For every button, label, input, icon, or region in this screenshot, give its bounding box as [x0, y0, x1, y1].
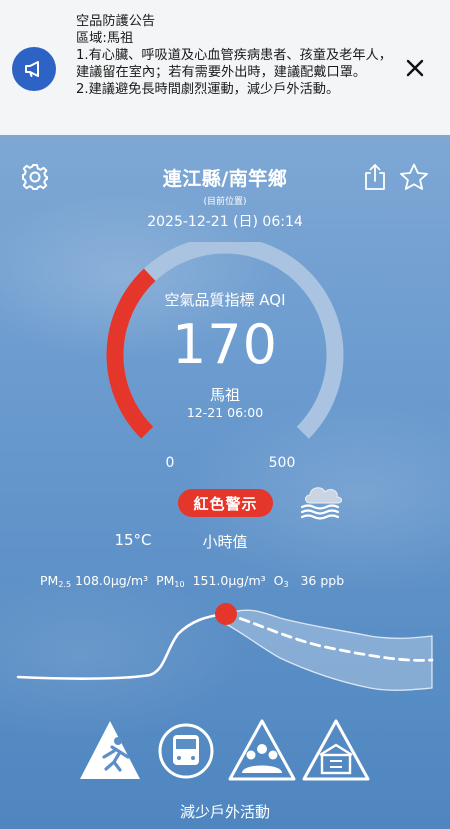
o3-value: 36	[300, 573, 317, 588]
o3-label: O	[273, 573, 284, 588]
aqi-trend-graph	[16, 603, 434, 691]
running-warning-icon	[80, 721, 140, 779]
station-name[interactable]: 馬祖	[150, 384, 300, 405]
pm25-unit: μg/m³	[110, 573, 149, 588]
pm10-sub: 10	[174, 580, 185, 589]
scale-min: 0	[165, 455, 175, 471]
location-subtitle: (目前位置)	[203, 197, 247, 207]
current-point	[215, 603, 237, 625]
forecast-band	[225, 609, 433, 691]
temperature: 15°C	[114, 531, 152, 549]
pm10-unit: μg/m³	[228, 573, 266, 588]
alert-line-2: 2.建議避免長時間劇烈運動，減少戶外活動。	[76, 82, 340, 97]
pm10-label: PM	[156, 573, 175, 588]
share-icon[interactable]	[362, 162, 388, 192]
gear-icon[interactable]	[20, 162, 50, 192]
pm10-value: 151.0	[192, 573, 229, 588]
pm25-label: PM	[40, 573, 59, 588]
datetime: 2025-12-21 (日) 06:14	[147, 214, 303, 230]
history-line	[16, 612, 228, 680]
scale-max: 500	[268, 455, 296, 471]
close-icon[interactable]	[400, 53, 430, 83]
aqi-value: 170	[171, 313, 279, 376]
o3-sub: 3	[283, 580, 289, 589]
bus-icon	[158, 723, 214, 779]
megaphone-icon	[12, 47, 56, 91]
haze-cloud-icon	[296, 481, 348, 521]
activity-icons	[80, 719, 370, 781]
aqi-title: 空氣品質指標 AQI	[164, 291, 286, 309]
outdoor-warning-icon	[302, 719, 370, 781]
group-warning-icon	[228, 719, 296, 781]
alert-region: 區域:馬祖	[76, 31, 134, 46]
main-panel: 連江縣/南竿鄉 (目前位置) 2025-12-21 (日) 06:14 空氣品質…	[0, 135, 450, 829]
o3-unit: ppb	[320, 573, 345, 588]
status-badge: 紅色警示	[178, 489, 273, 517]
pm25-value: 108.0	[75, 573, 111, 588]
pm25-sub: 2.5	[58, 580, 72, 589]
station-time: 12-21 06:00	[186, 405, 264, 420]
star-icon[interactable]	[398, 162, 430, 192]
location-title[interactable]: 連江縣/南竿鄉	[100, 164, 350, 191]
period-label[interactable]: 小時值	[190, 531, 260, 552]
pollutant-readings: PM2.5 108.0μg/m³ PM10 151.0μg/m³ O3 36 p…	[40, 573, 420, 589]
alert-text: 空品防護公告 區域:馬祖 1.有心臟、呼吸道及心血管疾病患者、孩童及老年人，建議…	[76, 13, 396, 98]
advice-text: 減少戶外活動	[179, 803, 270, 821]
alert-line-1: 1.有心臟、呼吸道及心血管疾病患者、孩童及老年人，建議留在室內；若有需要外出時，…	[76, 48, 392, 80]
alert-title: 空品防護公告	[76, 14, 156, 29]
alert-banner[interactable]: 空品防護公告 區域:馬祖 1.有心臟、呼吸道及心血管疾病患者、孩童及老年人，建議…	[0, 0, 450, 135]
